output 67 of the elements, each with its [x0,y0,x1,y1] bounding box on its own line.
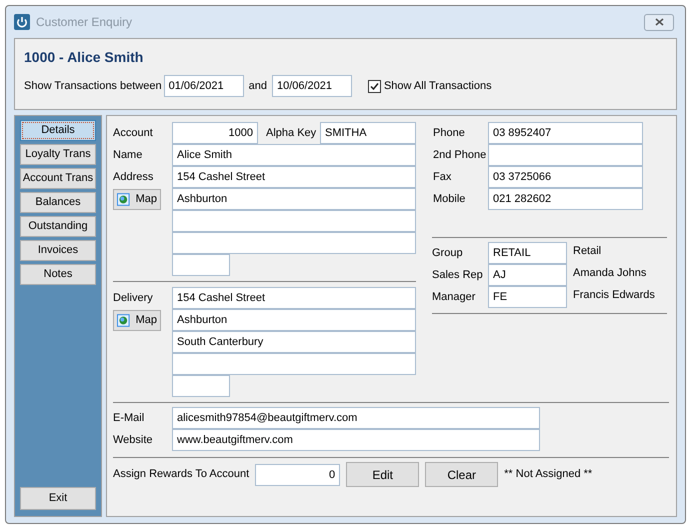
field-label: 2nd Phone [433,148,488,163]
text-field[interactable] [172,375,230,397]
text-field[interactable] [488,144,643,166]
field-label: Show Transactions between [24,78,162,94]
window-title: Customer Enquiry [36,14,132,31]
text-field[interactable]: 154 Cashel Street [172,166,416,188]
sidebar-item[interactable]: Balances [20,192,96,213]
date-field[interactable]: 01/06/2021 [164,75,244,97]
date-field[interactable]: 10/06/2021 [272,75,352,97]
field-label: Sales Rep [432,268,484,283]
close-icon [654,18,664,26]
sidebar-item[interactable]: Notes [20,264,96,285]
text-field[interactable]: 03 3725066 [488,166,643,188]
check-icon [368,80,380,92]
field-label: Name [113,148,144,163]
map-button[interactable]: Map [113,310,161,330]
text-field[interactable]: Alice Smith [172,144,416,166]
map-button[interactable]: Map [113,188,161,210]
text-field[interactable]: alicesmith97854@beautgiftmerv.com [172,407,540,429]
text-field[interactable]: Ashburton [172,188,416,210]
text-field[interactable]: AJ [488,264,567,286]
show-all-checkbox[interactable]: Show All Transactions [368,78,492,94]
sidebar-item[interactable]: Account Trans [20,168,96,189]
text-field[interactable] [172,353,416,375]
globe-icon [117,314,130,326]
field-label: Phone [433,126,466,141]
field-label: Mobile [433,192,466,207]
text-field[interactable]: 021 282602 [488,188,643,210]
text-field[interactable] [172,210,416,232]
field-label: Website [113,432,154,448]
field-label: Manager [432,290,476,305]
field-label: Account [113,126,154,141]
customer-title: 1000 - Alice Smith [24,48,144,67]
text-field[interactable]: 154 Cashel Street [172,287,416,309]
field-label: ** Not Assigned ** [504,467,592,482]
field-label: E-Mail [113,410,146,426]
text-field[interactable]: South Canterbury [172,331,416,353]
field-label: Fax [433,170,452,185]
text-field[interactable]: SMITHA [320,122,416,144]
field-label: Delivery [113,290,153,306]
sidebar-item[interactable]: Invoices [20,240,96,261]
sidebar-item[interactable]: Details [20,120,96,141]
globe-icon [117,192,130,206]
field-label: Assign Rewards To Account [113,467,250,482]
edit-button[interactable]: Edit [346,462,420,487]
field-label: Francis Edwards [573,288,655,303]
text-field[interactable]: RETAIL [488,242,567,264]
field-label: Address [113,170,154,185]
text-field[interactable]: FE [488,286,567,308]
close-button[interactable] [644,14,674,30]
text-field[interactable] [172,254,230,276]
sidebar-item[interactable]: Loyalty Trans [20,144,96,165]
sidebar-item[interactable]: Outstanding [20,216,96,237]
clear-button[interactable]: Clear [425,462,498,487]
text-field[interactable]: www.beautgiftmerv.com [172,429,540,451]
exit-button[interactable]: Exit [20,487,96,510]
field-label: Group [432,246,464,261]
text-field[interactable]: 03 8952407 [488,122,643,144]
text-field[interactable] [172,232,416,254]
field-label: Retail [573,244,602,259]
text-field[interactable]: 0 [255,464,340,486]
power-icon [14,14,30,30]
field-label: and [248,78,267,94]
text-field[interactable]: 1000 [172,122,258,144]
text-field[interactable]: Ashburton [172,309,416,331]
field-label: Amanda Johns [573,266,646,281]
field-label: Alpha Key [266,126,318,141]
